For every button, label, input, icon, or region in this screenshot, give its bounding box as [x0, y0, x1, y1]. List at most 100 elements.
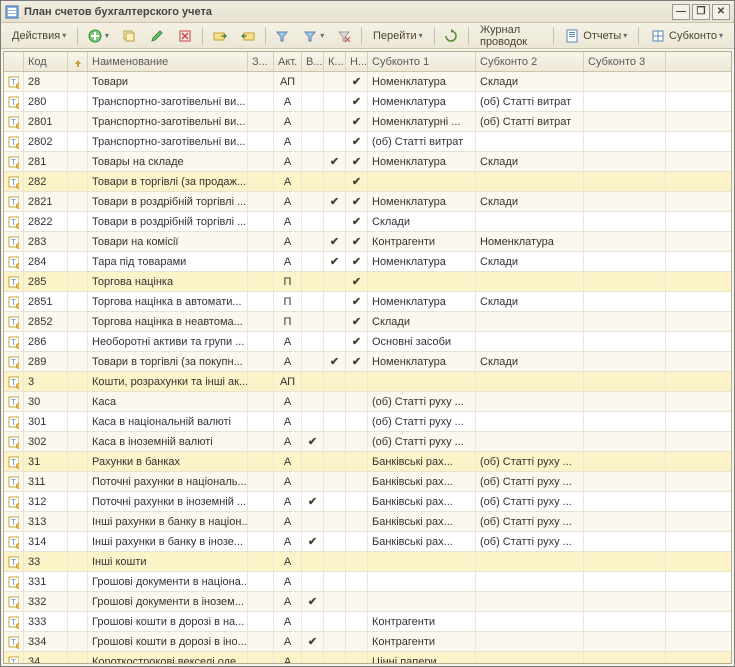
table-row[interactable]: T2802Транспортно-заготівельні ви...А✔(об… [4, 132, 731, 152]
table-row[interactable]: T301Каса в національній валютіА(об) Стат… [4, 412, 731, 432]
table-row[interactable]: T34Короткострокові векселі оде...АЦінні … [4, 652, 731, 663]
cell-name: Транспортно-заготівельні ви... [88, 92, 248, 111]
subkonto-menu[interactable]: Субконто▾ [643, 26, 730, 46]
header-sub1[interactable]: Субконто 1 [368, 52, 476, 71]
filter1-button[interactable] [269, 26, 295, 46]
pencil-icon [149, 28, 165, 44]
filter-clear-button[interactable] [331, 26, 357, 46]
row-icon: T [4, 412, 24, 431]
movein-button[interactable] [235, 26, 261, 46]
table-row[interactable]: T283Товари на комісіїА✔✔КонтрагентиНомен… [4, 232, 731, 252]
copy-button[interactable] [116, 26, 142, 46]
cell-name: Транспортно-заготівельні ви... [88, 112, 248, 131]
cell-sub1: Банківські рах... [368, 492, 476, 511]
table-row[interactable]: T2821Товари в роздрібній торгівлі ...А✔✔… [4, 192, 731, 212]
toolbar-separator [361, 27, 362, 45]
cell-sub3 [584, 372, 666, 391]
cell-v: ✔ [302, 492, 324, 511]
grid-body[interactable]: T28ТовариАП✔НоменклатураСкладиT280Трансп… [4, 72, 731, 663]
refresh-button[interactable] [438, 26, 464, 46]
cell-z [248, 372, 274, 391]
header-z[interactable]: З... [248, 52, 274, 71]
table-row[interactable]: T286Необоротні активи та групи ...А✔Осно… [4, 332, 731, 352]
table-row[interactable]: T331Грошові документи в націона...А [4, 572, 731, 592]
navigate-menu[interactable]: Перейти▾ [366, 26, 430, 46]
row-icon: T [4, 332, 24, 351]
header-name[interactable]: Наименование [88, 52, 248, 71]
maximize-button[interactable]: ❐ [692, 4, 710, 20]
table-row[interactable]: T285Торгова націнкаП✔ [4, 272, 731, 292]
table-row[interactable]: T334Грошові кошти в дорозі в іно...А✔Кон… [4, 632, 731, 652]
cell-k [324, 652, 346, 663]
journal-button[interactable]: Журнал проводок [473, 26, 549, 46]
cell-name: Товари [88, 72, 248, 91]
cell-n [346, 472, 368, 491]
header-v[interactable]: В... [302, 52, 324, 71]
actions-menu[interactable]: Действия▾ [5, 26, 73, 46]
table-row[interactable]: T313Інші рахунки в банку в націон...АБан… [4, 512, 731, 532]
table-row[interactable]: T314Інші рахунки в банку в інозе...А✔Бан… [4, 532, 731, 552]
header-act[interactable]: Акт. [274, 52, 302, 71]
cell-sub1 [368, 572, 476, 591]
cell-code: 333 [24, 612, 68, 631]
cell-z [248, 512, 274, 531]
edit-button[interactable] [144, 26, 170, 46]
filter2-button[interactable]: ▾ [297, 26, 329, 46]
minimize-button[interactable]: — [672, 4, 690, 20]
table-row[interactable]: T311Поточні рахунки в національ...АБанкі… [4, 472, 731, 492]
cell-sub2: (об) Статті руху ... [476, 452, 584, 471]
table-row[interactable]: T284Тара під товарамиА✔✔НоменклатураСкла… [4, 252, 731, 272]
row-icon: T [4, 292, 24, 311]
cell-sub3 [584, 652, 666, 663]
row-icon: T [4, 432, 24, 451]
table-row[interactable]: T280Транспортно-заготівельні ви...А✔Номе… [4, 92, 731, 112]
cell-code: 283 [24, 232, 68, 251]
cell-sub3 [584, 152, 666, 171]
table-row[interactable]: T3Кошти, розрахунки та інші ак...АП [4, 372, 731, 392]
cell-sub3 [584, 452, 666, 471]
table-row[interactable]: T2801Транспортно-заготівельні ви...А✔Ном… [4, 112, 731, 132]
table-row[interactable]: T332Грошові документи в інозем...А✔ [4, 592, 731, 612]
table-row[interactable]: T2851Торгова націнка в автомати...П✔Номе… [4, 292, 731, 312]
header-n[interactable]: Н... [346, 52, 368, 71]
cell-sub1 [368, 552, 476, 571]
cell-sub1: Номенклатура [368, 352, 476, 371]
cell-v [302, 72, 324, 91]
header-sub3[interactable]: Субконто 3 [584, 52, 666, 71]
table-row[interactable]: T2822Товари в роздрібній торгівлі ...А✔С… [4, 212, 731, 232]
table-row[interactable]: T333Грошові кошти в дорозі в на...АКонтр… [4, 612, 731, 632]
header-sub2[interactable]: Субконто 2 [476, 52, 584, 71]
table-row[interactable]: T31Рахунки в банкахАБанківські рах...(об… [4, 452, 731, 472]
cell-k [324, 92, 346, 111]
table-row[interactable]: T282Товари в торгівлі (за продаж...А✔ [4, 172, 731, 192]
moveout-button[interactable] [207, 26, 233, 46]
table-row[interactable]: T30КасаА(об) Статті руху ... [4, 392, 731, 412]
header-sort-indicator[interactable] [68, 52, 88, 71]
cell-z [248, 392, 274, 411]
table-row[interactable]: T281Товары на складеА✔✔НоменклатураСклад… [4, 152, 731, 172]
close-button[interactable]: ✕ [712, 4, 730, 20]
table-row[interactable]: T289Товари в торгівлі (за покупн...А✔✔Но… [4, 352, 731, 372]
cell-n [346, 512, 368, 531]
header-k[interactable]: К... [324, 52, 346, 71]
table-row[interactable]: T33Інші коштиА [4, 552, 731, 572]
table-row[interactable]: T2852Торгова націнка в неавтома...П✔Скла… [4, 312, 731, 332]
cell-act: А [274, 612, 302, 631]
refresh-icon [443, 28, 459, 44]
cell-n: ✔ [346, 72, 368, 91]
cell-act: П [274, 292, 302, 311]
cell-code: 284 [24, 252, 68, 271]
cell-v [302, 312, 324, 331]
header-code[interactable]: Код [24, 52, 68, 71]
cell-v [302, 512, 324, 531]
delete-button[interactable] [172, 26, 198, 46]
table-row[interactable]: T28ТовариАП✔НоменклатураСклади [4, 72, 731, 92]
cell-v [302, 132, 324, 151]
reports-menu[interactable]: Отчеты▾ [557, 26, 634, 46]
add-button[interactable]: ▾ [82, 26, 114, 46]
table-row[interactable]: T302Каса в іноземній валютіА✔(об) Статті… [4, 432, 731, 452]
table-row[interactable]: T312Поточні рахунки в іноземній ...А✔Бан… [4, 492, 731, 512]
cell-name: Кошти, розрахунки та інші ак... [88, 372, 248, 391]
header-icon[interactable] [4, 52, 24, 71]
cell-act: А [274, 92, 302, 111]
